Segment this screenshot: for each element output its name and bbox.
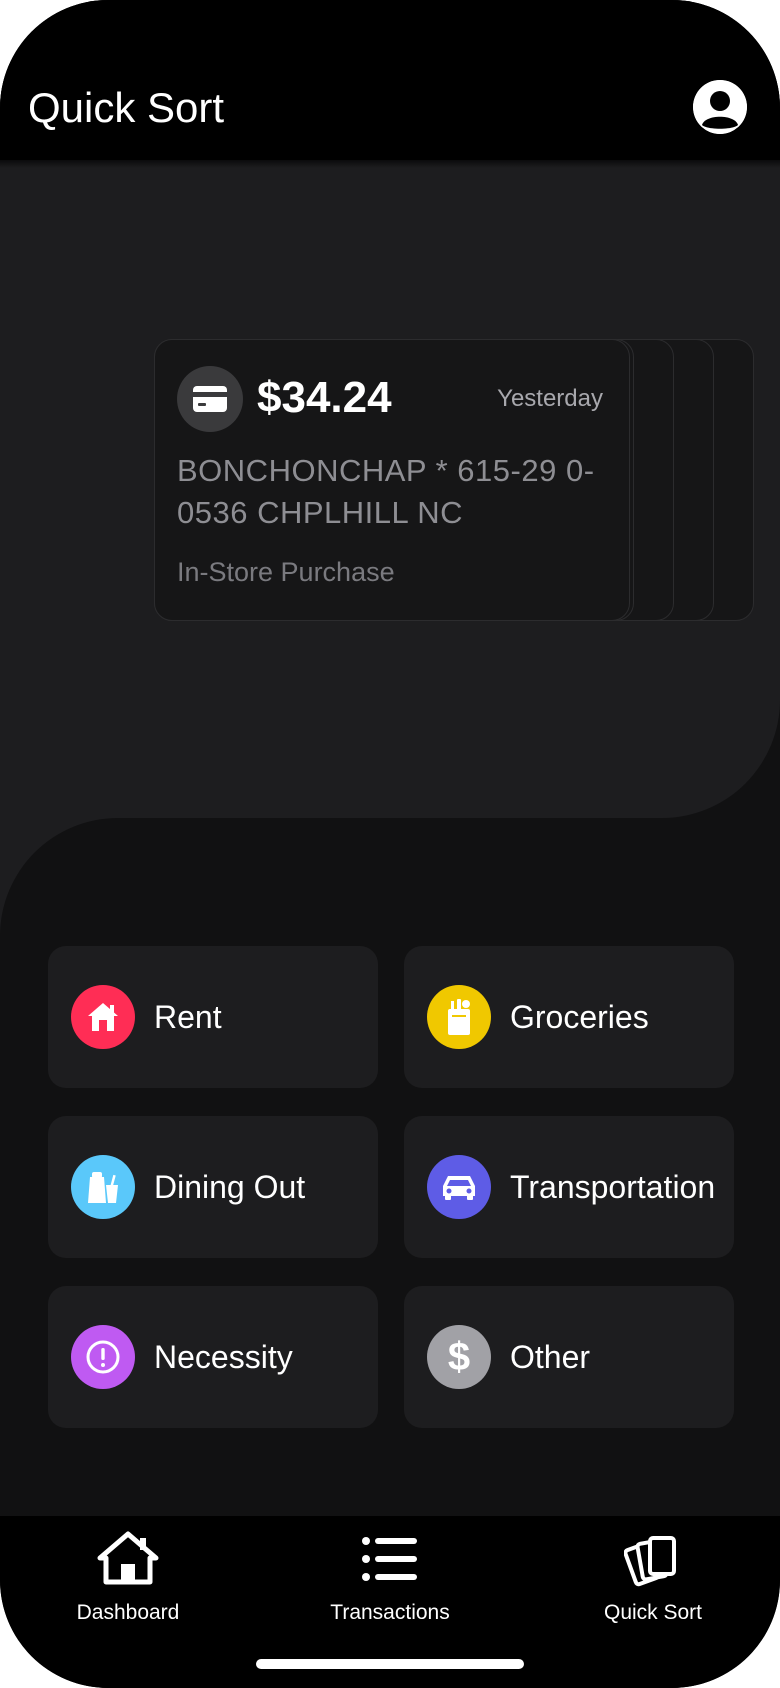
category-label: Dining Out <box>154 1169 306 1205</box>
transaction-card[interactable]: $34.24 Yesterday BONCHONCHAP * 615-29 0-… <box>154 339 630 621</box>
transaction-type: In-Store Purchase <box>177 557 395 587</box>
category-necessity-button[interactable]: Necessity <box>48 1286 378 1428</box>
profile-button[interactable] <box>693 80 747 134</box>
category-label: Rent <box>154 999 222 1035</box>
tab-quick-sort[interactable]: Quick Sort <box>553 1516 753 1624</box>
tab-dashboard[interactable]: Dashboard <box>28 1516 228 1624</box>
category-label: Transportation <box>510 1169 716 1205</box>
home-icon <box>96 1530 160 1591</box>
stack-icon <box>623 1530 682 1595</box>
category-rent-button[interactable]: Rent <box>48 946 378 1088</box>
takeout-icon <box>71 1155 135 1219</box>
car-icon <box>427 1155 491 1219</box>
transaction-amount: $34.24 <box>257 373 392 422</box>
category-groceries-button[interactable]: Groceries <box>404 946 734 1088</box>
house-icon <box>71 985 135 1049</box>
category-other-button[interactable]: $ Other <box>404 1286 734 1428</box>
home-indicator[interactable] <box>256 1659 524 1669</box>
merchant-name: BONCHONCHAP * 615-29 0-0536 CHPLHILL NC <box>177 453 595 530</box>
page-title: Quick Sort <box>28 84 225 131</box>
category-dining-out-button[interactable]: Dining Out <box>48 1116 378 1258</box>
tab-label: Quick Sort <box>603 1601 703 1624</box>
header: Quick Sort <box>0 0 780 160</box>
grocery-bag-icon <box>427 985 491 1049</box>
category-label: Necessity <box>154 1339 293 1375</box>
user-icon <box>693 80 747 134</box>
app-screen: Quick Sort $34.24 Yesterday BONCHONCHAP … <box>0 0 780 1688</box>
category-label: Other <box>510 1339 591 1375</box>
dollar-icon: $ <box>427 1325 491 1389</box>
tab-transactions[interactable]: Transactions <box>290 1516 490 1624</box>
list-icon <box>361 1536 419 1587</box>
exclamation-icon <box>71 1325 135 1389</box>
category-transportation-button[interactable]: Transportation <box>404 1116 734 1258</box>
tab-label: Transactions <box>330 1601 450 1624</box>
category-label: Groceries <box>510 999 649 1035</box>
transaction-date: Yesterday <box>497 385 603 412</box>
credit-card-icon <box>177 366 243 432</box>
tab-label: Dashboard <box>76 1601 180 1624</box>
